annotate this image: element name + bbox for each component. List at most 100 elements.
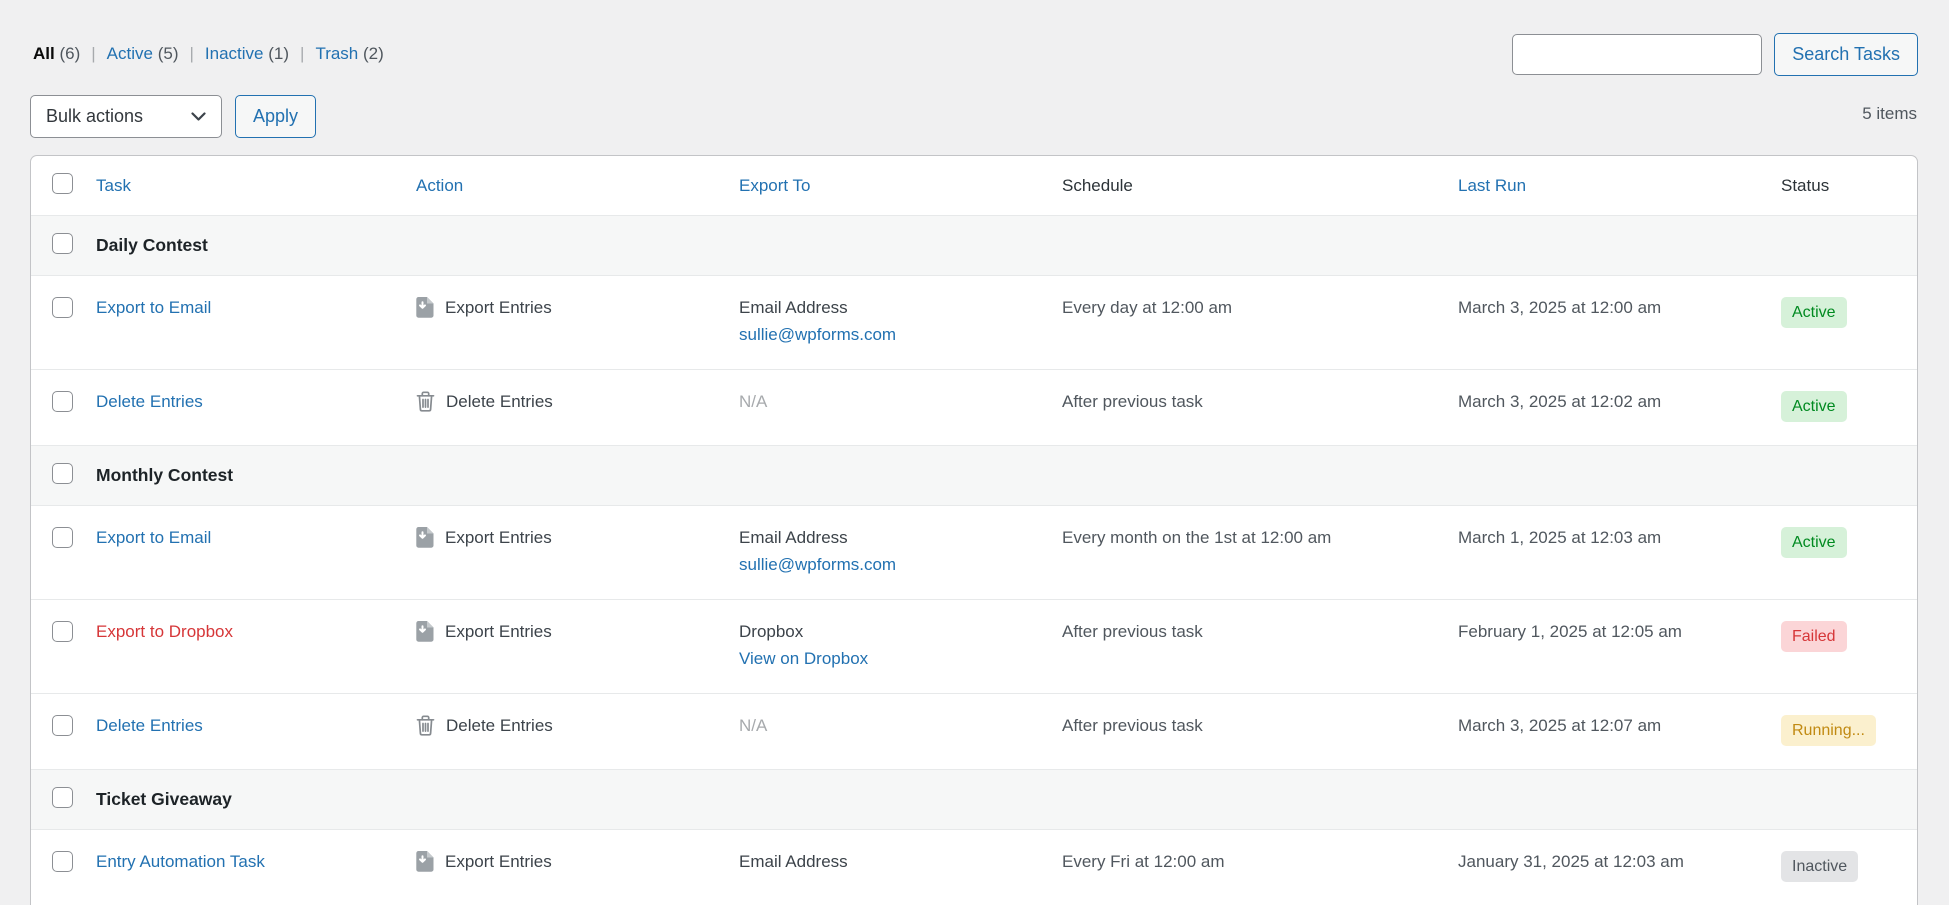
filter-link-all[interactable]: All (6) [33,44,80,64]
export-destination-link[interactable]: sullie@wpforms.com [739,324,1062,346]
export-destination: N/A [739,715,1062,737]
last-run-text: March 3, 2025 at 12:02 am [1458,391,1781,422]
bulk-actions-select[interactable]: Bulk actions [30,95,222,138]
filter-link-active[interactable]: Active (5) [107,44,179,64]
task-name-link[interactable]: Delete Entries [96,392,203,411]
column-header-last-run[interactable]: Last Run [1458,176,1526,195]
row-checkbox[interactable] [52,715,73,736]
column-header-action[interactable]: Action [416,176,463,195]
status-filter-links: All (6) | Active (5) | Inactive (1) | Trash (2… [33,44,384,64]
trash-icon [416,715,435,742]
task-name-link[interactable]: Entry Automation Task [96,852,265,871]
row-checkbox[interactable] [52,621,73,642]
filter-link-trash[interactable]: Trash (2) [315,44,383,64]
row-checkbox[interactable] [52,851,73,872]
action-label: Export Entries [445,621,552,643]
bulk-actions-row: Bulk actions Apply [30,95,316,138]
export-entries-icon [416,851,434,878]
toolbar: All (6) | Active (5) | Inactive (1) | Trash (2… [30,0,1918,155]
group-row: Ticket Giveaway [31,769,1917,829]
export-entries-icon [416,297,434,324]
action-label: Delete Entries [446,715,553,737]
status-badge: Active [1781,391,1847,422]
filter-separator: | [189,44,193,64]
table-header-row: Task Action Export To Schedule Last Run Statu… [31,156,1917,215]
action-label: Export Entries [445,851,552,873]
task-name-link[interactable]: Export to Dropbox [96,622,233,641]
group-row: Daily Contest [31,215,1917,275]
export-destination: Email Address [739,527,1062,549]
export-entries-icon [416,527,434,554]
filter-count: (6) [59,44,80,63]
column-header-export-to[interactable]: Export To [739,176,811,195]
task-name-link[interactable]: Export to Email [96,298,211,317]
column-header-schedule: Schedule [1062,176,1133,195]
export-entries-icon [416,621,434,648]
export-destination: Email Address [739,851,1062,873]
filter-label: All [33,44,55,63]
chevron-down-icon [191,106,206,127]
task-row: Delete Entries Delete Entries N/AAfter pre… [31,369,1917,445]
export-destination-link[interactable]: View on Dropbox [739,648,1062,670]
row-checkbox[interactable] [52,233,73,254]
status-badge: Active [1781,297,1847,328]
export-destination: Email Address [739,297,1062,319]
task-name-link[interactable]: Delete Entries [96,716,203,735]
export-destination: N/A [739,391,1062,413]
task-row: Entry Automation Task Export Entries Email… [31,829,1917,905]
group-title: Ticket Giveaway [96,789,232,809]
search-tasks-button[interactable]: Search Tasks [1774,33,1918,76]
items-count: 5 items [1862,104,1917,124]
schedule-text: Every Fri at 12:00 am [1062,851,1458,882]
row-checkbox[interactable] [52,297,73,318]
schedule-text: After previous task [1062,391,1458,422]
search-area: Search Tasks [1512,33,1918,76]
filter-separator: | [300,44,304,64]
trash-icon [416,391,435,418]
task-name-link[interactable]: Export to Email [96,528,211,547]
schedule-text: After previous task [1062,621,1458,670]
column-header-task[interactable]: Task [96,176,131,195]
task-row: Export to Email Export Entries Email Addre… [31,275,1917,369]
filter-label: Trash [315,44,358,63]
action-label: Export Entries [445,297,552,319]
task-row: Delete Entries Delete Entries N/AAfter pre… [31,693,1917,769]
status-badge: Failed [1781,621,1847,652]
tasks-admin-page: All (6) | Active (5) | Inactive (1) | Trash (2… [0,0,1949,905]
last-run-text: March 3, 2025 at 12:07 am [1458,715,1781,746]
row-checkbox[interactable] [52,527,73,548]
row-checkbox[interactable] [52,391,73,412]
select-all-checkbox[interactable] [52,173,73,194]
group-title: Daily Contest [96,235,208,255]
last-run-text: January 31, 2025 at 12:03 am [1458,851,1781,882]
table-body: Daily Contest Export to Email Export Entri… [31,215,1917,905]
export-destination: Dropbox [739,621,1062,643]
filter-count: (2) [363,44,384,63]
filter-separator: | [91,44,95,64]
export-destination-link[interactable]: sullie@wpforms.com [739,554,1062,576]
task-row: Export to Email Export Entries Email Addre… [31,505,1917,599]
last-run-text: March 1, 2025 at 12:03 am [1458,527,1781,576]
schedule-text: After previous task [1062,715,1458,746]
search-tasks-input[interactable] [1512,34,1762,75]
action-label: Delete Entries [446,391,553,413]
filter-count: (1) [268,44,289,63]
row-checkbox[interactable] [52,463,73,484]
tasks-table: Task Action Export To Schedule Last Run Statu… [30,155,1918,905]
column-header-status: Status [1781,176,1829,195]
filter-link-inactive[interactable]: Inactive (1) [205,44,289,64]
status-badge: Active [1781,527,1847,558]
schedule-text: Every month on the 1st at 12:00 am [1062,527,1458,576]
row-checkbox[interactable] [52,787,73,808]
group-row: Monthly Contest [31,445,1917,505]
filter-count: (5) [158,44,179,63]
status-badge: Inactive [1781,851,1858,882]
status-badge: Running... [1781,715,1876,746]
apply-button[interactable]: Apply [235,95,316,138]
action-label: Export Entries [445,527,552,549]
schedule-text: Every day at 12:00 am [1062,297,1458,346]
filter-label: Inactive [205,44,264,63]
filter-label: Active [107,44,153,63]
last-run-text: March 3, 2025 at 12:00 am [1458,297,1781,346]
task-row: Export to Dropbox Export Entries Dropbox Vi… [31,599,1917,693]
